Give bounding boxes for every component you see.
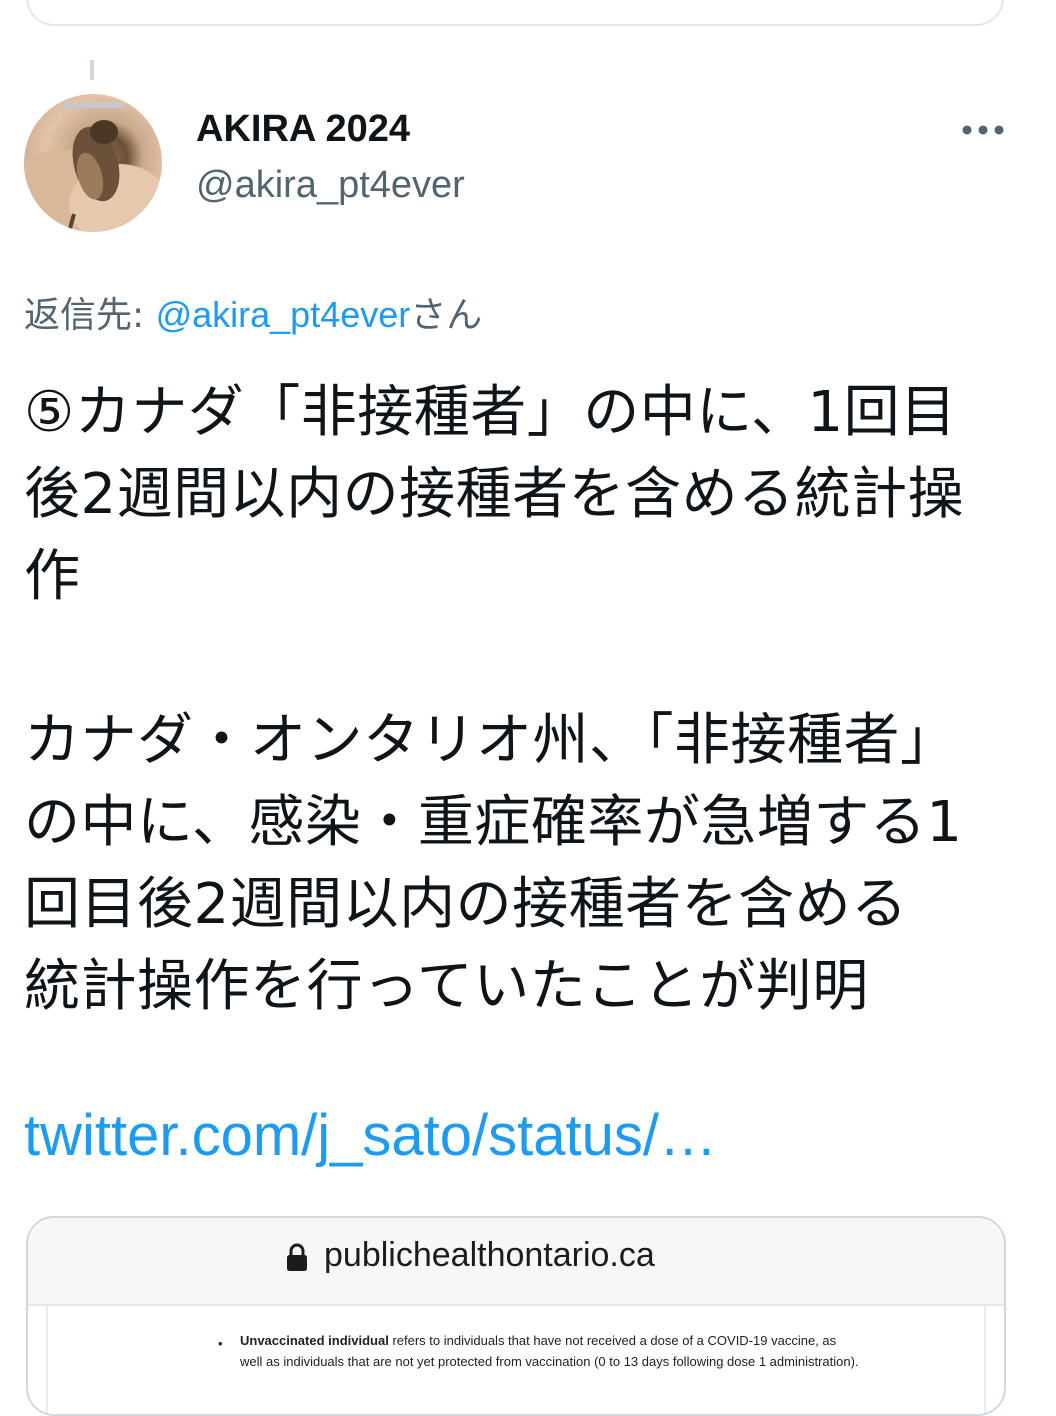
document-definition-text: Unvaccinated individual refers to indivi…: [240, 1330, 860, 1372]
replying-to-prefix: 返信先:: [24, 295, 156, 336]
thread-connector-line: [90, 60, 94, 80]
lock-icon: [287, 1243, 307, 1271]
replying-to-mention-link[interactable]: @akira_pt4ever: [156, 294, 411, 335]
attached-image-card[interactable]: publichealthontario.ca • Unvaccinated in…: [26, 1216, 1006, 1416]
more-horizontal-icon[interactable]: [958, 112, 1008, 148]
tweet-text: ⑤カナダ「非接種者」の中に、1回目後2週間以内の接種者を含める統計操作 カナダ・…: [24, 372, 1004, 1028]
tweet-quoted-link[interactable]: twitter.com/j_sato/status/…: [24, 1102, 717, 1169]
author-display-name[interactable]: AKIRA 2024: [196, 108, 410, 151]
author-avatar[interactable]: [24, 94, 162, 232]
avatar-bird-photo: [24, 102, 162, 232]
replying-to-suffix: さん: [410, 295, 483, 336]
document-bullet: •: [218, 1336, 223, 1351]
author-handle[interactable]: @akira_pt4ever: [196, 164, 465, 207]
tweet-paragraph-2: カナダ・オンタリオ州、「非接種者」の中に、感染・重症確率が急増する1回目後2週間…: [24, 708, 963, 1019]
replying-to-line: 返信先: @akira_pt4everさん: [24, 286, 482, 338]
document-term: Unvaccinated individual: [240, 1333, 389, 1348]
browser-url-text: publichealthontario.ca: [324, 1236, 655, 1274]
previous-tweet-card[interactable]: [26, 0, 1004, 26]
tweet-paragraph-1: ⑤カナダ「非接種者」の中に、1回目後2週間以内の接種者を含める統計操作: [24, 380, 965, 609]
browser-url-bar: publichealthontario.ca: [28, 1218, 1004, 1306]
